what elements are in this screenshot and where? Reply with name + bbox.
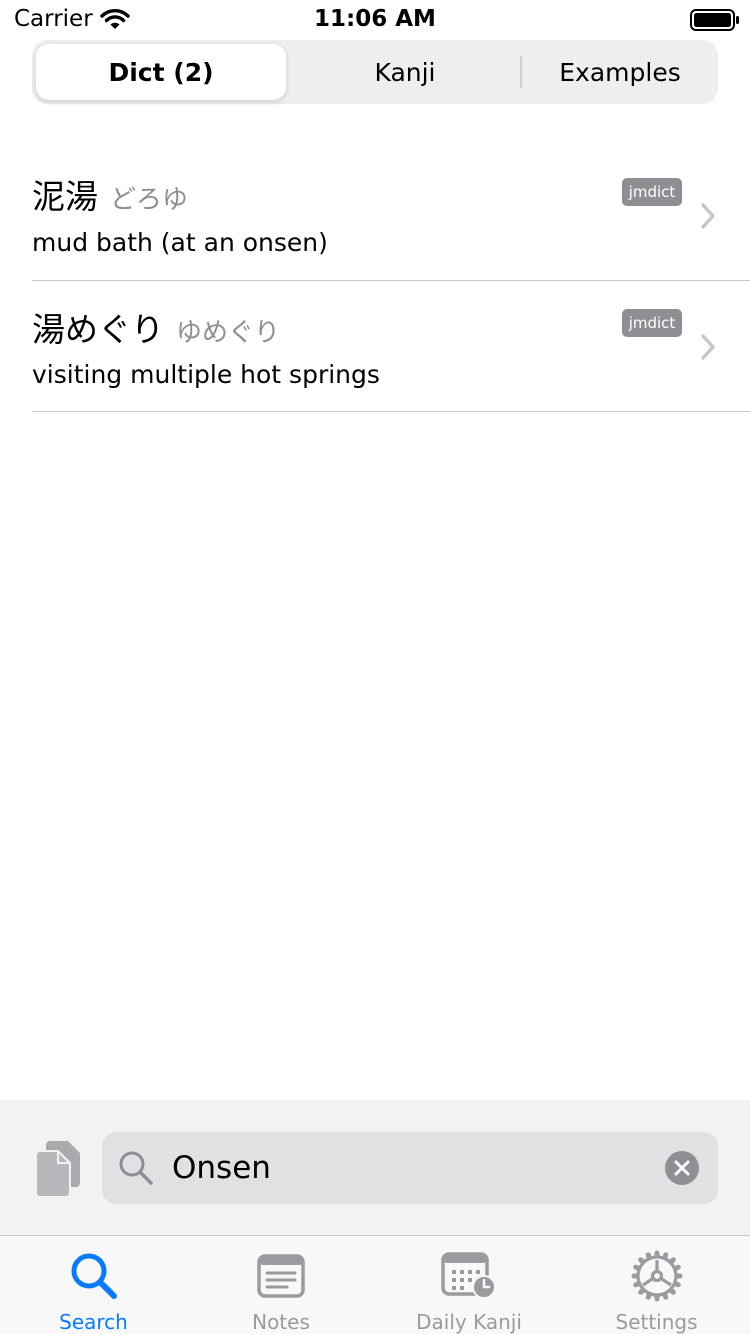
clipboard-paste-icon[interactable] [35, 1139, 82, 1201]
result-headword: 泥湯 どろゆ [32, 170, 188, 218]
source-badge: jmdict [622, 178, 682, 206]
row-separator [32, 411, 750, 412]
notes-icon [257, 1250, 305, 1302]
tab-search[interactable]: Search [0, 1236, 187, 1334]
tab-notes[interactable]: Notes [187, 1236, 375, 1334]
segment-kanji[interactable]: Kanji [292, 40, 518, 104]
tab-search-label: Search [59, 1310, 128, 1334]
search-bar-area [0, 1100, 750, 1235]
segment-examples-label: Examples [559, 57, 681, 87]
result-gloss: mud bath (at an onsen) [32, 228, 328, 257]
result-gloss: visiting multiple hot springs [32, 360, 380, 389]
clock: 11:06 AM [314, 6, 436, 32]
status-bar: Carrier 11:06 AM [0, 0, 750, 40]
result-headword: 湯めぐり ゆめぐり [32, 303, 280, 351]
tab-settings-label: Settings [615, 1310, 698, 1334]
headword-reading: ゆめぐり [176, 318, 281, 348]
chevron-right-icon [700, 333, 716, 365]
segment-examples[interactable]: Examples [522, 40, 718, 104]
headword-text: 湯めぐり [32, 310, 164, 349]
search-input[interactable] [172, 1144, 642, 1192]
calendar-icon [441, 1250, 497, 1302]
tab-daily-kanji-label: Daily Kanji [416, 1310, 522, 1334]
segment-dict-label: Dict (2) [108, 57, 214, 87]
headword-reading: どろゆ [110, 185, 189, 215]
battery-icon [690, 9, 740, 35]
result-type-segmented-control: Dict (2) Kanji Examples [32, 40, 718, 104]
search-icon [118, 1150, 154, 1190]
result-row[interactable]: 湯めぐり ゆめぐり visiting multiple hot springs j… [0, 281, 750, 412]
source-badge: jmdict [622, 309, 682, 337]
search-field[interactable] [102, 1132, 718, 1204]
gear-icon [631, 1250, 683, 1302]
headword-text: 泥湯 [32, 177, 98, 216]
tab-settings[interactable]: Settings [563, 1236, 750, 1334]
segment-dict[interactable]: Dict (2) [36, 44, 286, 100]
result-row[interactable]: 泥湯 どろゆ mud bath (at an onsen) jmdict [0, 150, 750, 281]
tab-notes-label: Notes [252, 1310, 310, 1334]
tab-daily-kanji[interactable]: Daily Kanji [375, 1236, 563, 1334]
tab-bar: Search Notes Daily Kanji Settings [0, 1235, 750, 1334]
chevron-right-icon [700, 202, 716, 234]
segment-kanji-label: Kanji [374, 57, 436, 87]
search-icon [70, 1250, 118, 1302]
clear-search-icon[interactable] [665, 1151, 699, 1189]
